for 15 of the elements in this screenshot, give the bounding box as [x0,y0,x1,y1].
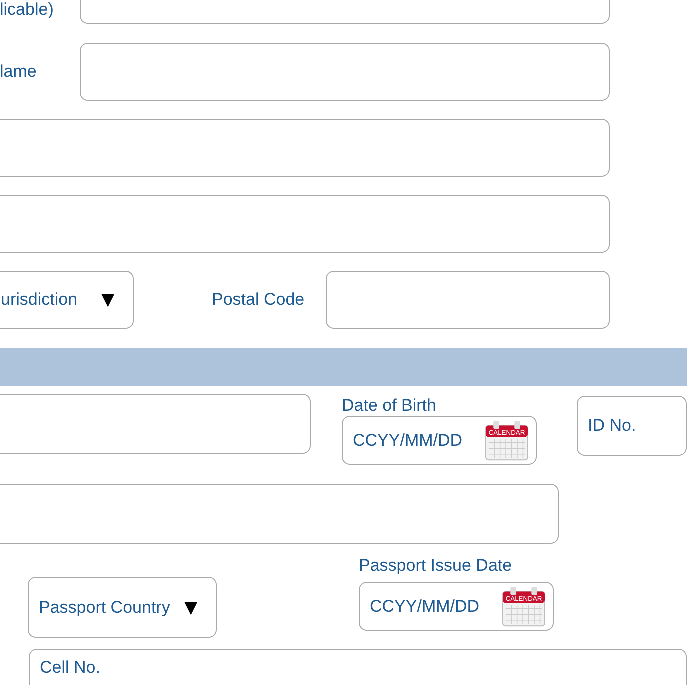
field-label: lame [0,62,38,82]
input-field[interactable] [0,195,610,253]
postal-code-field[interactable] [326,271,610,329]
field-label: Postal Code [212,290,306,310]
field-label: Passport Issue Date [359,556,514,576]
input-field[interactable] [0,119,610,177]
field-label: licable) [0,1,55,18]
input-field[interactable] [80,43,610,101]
input-field[interactable] [0,394,311,454]
id-number-field[interactable]: ID No. [577,396,687,456]
field-label: Date of Birth [342,396,438,416]
input-field[interactable] [0,484,559,544]
passport-country-dropdown[interactable]: Passport Country ▼ [28,577,217,638]
jurisdiction-dropdown[interactable]: urisdiction ▼ [0,271,134,329]
cell-number-field[interactable]: Cell No. [29,649,687,685]
